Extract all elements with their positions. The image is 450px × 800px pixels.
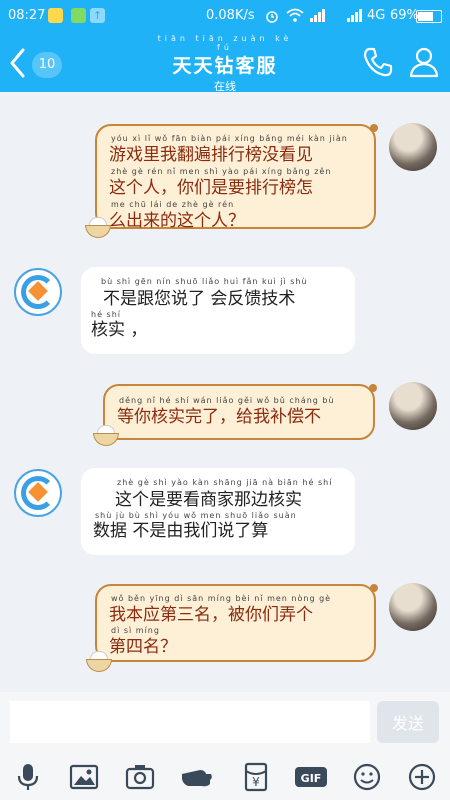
profile-icon[interactable] [408, 46, 440, 78]
wechat-notification-icon [48, 8, 63, 23]
message-bubble-outgoing[interactable]: yóu xì lǐ wǒ fān biàn pái xíng bǎng méi … [95, 124, 376, 231]
user-avatar[interactable] [389, 583, 437, 631]
bubble-corner-decor [370, 124, 378, 132]
network-type: 4G [367, 8, 386, 23]
signal-icon-2 [347, 9, 362, 22]
battery-percent: 69% [390, 8, 419, 23]
bowl-sticker-icon [84, 649, 114, 673]
signal-icon-1 [310, 9, 325, 22]
input-toolbar: ¥ GIF [0, 752, 450, 800]
bowl-sticker-icon [83, 215, 113, 239]
service-avatar[interactable] [14, 268, 62, 316]
service-avatar[interactable] [14, 469, 62, 517]
bowl-sticker-icon [91, 423, 121, 447]
emoji-icon[interactable] [352, 762, 382, 792]
user-avatar[interactable] [389, 123, 437, 171]
message-line: 不是跟您说了 会反馈技术 [103, 289, 296, 309]
wifi-icon [286, 8, 304, 22]
gif-label: GIF [301, 772, 322, 785]
message-line: 这个是要看商家那边核实 [115, 490, 302, 510]
microphone-icon[interactable] [13, 762, 43, 792]
message-bubble-outgoing[interactable]: wǒ běn yīng dì sān míng bèi nǐ men nòng … [95, 584, 376, 662]
bubble-corner-decor [369, 384, 377, 392]
message-line: 数据 不是由我们说了算 [93, 521, 269, 541]
image-icon[interactable] [69, 762, 99, 792]
user-avatar[interactable] [389, 382, 437, 430]
message-input[interactable] [10, 701, 370, 743]
page-title: 天天钻客服 [172, 55, 278, 77]
send-button[interactable]: 发送 [377, 701, 439, 743]
battery-icon [416, 10, 442, 23]
unread-badge: 10 [32, 52, 62, 78]
chat-header: 10 tiān tiān zuàn kè fú 天天钻客服 在线 [0, 32, 450, 94]
status-time: 08:27 [8, 8, 46, 23]
app-notification-icon [71, 8, 86, 23]
upload-notification-icon: ↑ [90, 8, 105, 23]
back-arrow-icon [10, 48, 25, 78]
phone-icon[interactable] [362, 46, 394, 78]
message-bubble-outgoing[interactable]: děng nǐ hé shí wán liǎo gěi wǒ bǔ cháng … [103, 384, 375, 440]
alarm-icon [266, 11, 278, 23]
message-line: 等你核实完了，给我补偿不 [117, 407, 321, 427]
bubble-corner-decor [370, 584, 378, 592]
red-packet-icon[interactable]: ¥ [241, 762, 271, 792]
chat-title-block: tiān tiān zuàn kè fú 天天钻客服 在线 [150, 34, 300, 94]
message-bubble-incoming[interactable]: zhè gè shì yào kàn shāng jiā nà biān hé … [81, 468, 355, 555]
camera-icon[interactable] [125, 762, 155, 792]
hand-icon[interactable] [180, 762, 212, 792]
red-packet-symbol: ¥ [252, 775, 260, 789]
message-line: 么出来的这个人？ [109, 211, 245, 231]
message-line: 我本应第三名，被你们弄个 [109, 605, 313, 625]
pinyin-line: zhè gè shì yào kàn shāng jiā nà biān hé … [117, 478, 333, 487]
pinyin-line: bù shì gēn nín shuō liǎo huì fǎn kuì jì … [101, 277, 308, 286]
online-status: 在线 [214, 80, 236, 93]
message-line: 第四名？ [109, 637, 177, 657]
message-input-bar: 发送 [0, 692, 450, 752]
message-bubble-incoming[interactable]: bù shì gēn nín shuō liǎo huì fǎn kuì jì … [81, 267, 355, 354]
title-pinyin: tiān tiān zuàn kè fú [157, 34, 293, 52]
message-line: 游戏里我翻遍排行榜没看见 [109, 145, 313, 165]
plus-icon[interactable] [407, 762, 437, 792]
back-button[interactable]: 10 [8, 46, 68, 80]
message-line: 核实 ， [91, 320, 148, 340]
network-speed: 0.08K/s [206, 8, 255, 23]
status-bar: 08:27 ↑ 0.08K/s 4G 69% [0, 0, 450, 32]
gif-icon[interactable]: GIF [293, 762, 329, 792]
message-line: 这个人，你们是要排行榜怎 [109, 178, 313, 198]
